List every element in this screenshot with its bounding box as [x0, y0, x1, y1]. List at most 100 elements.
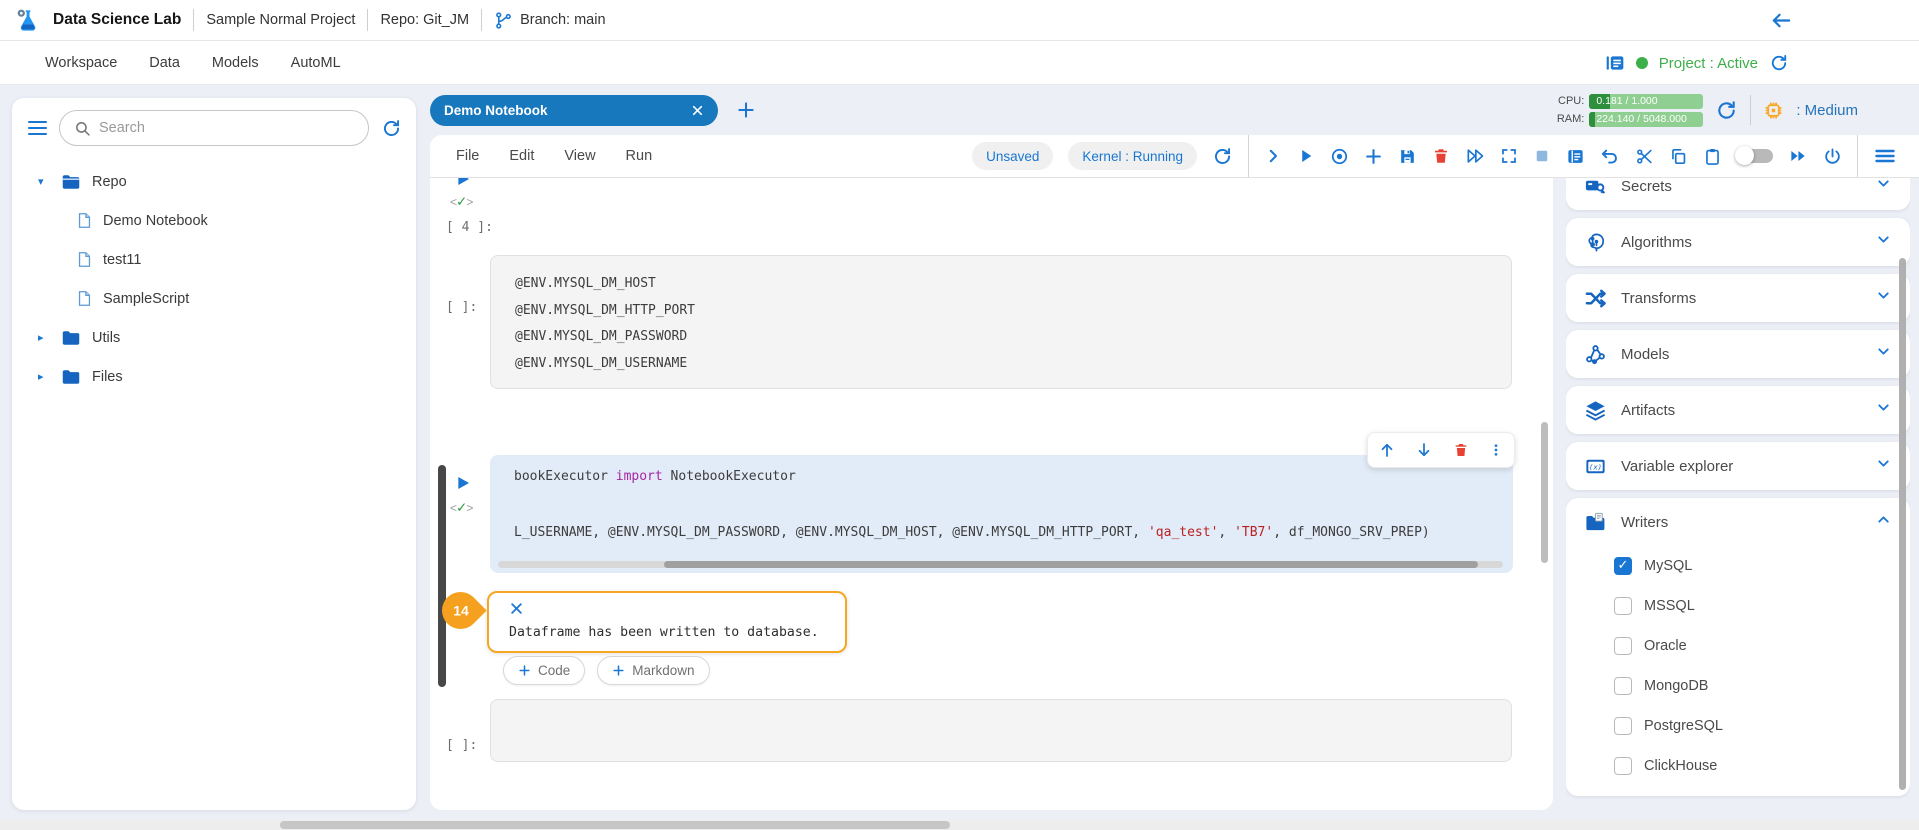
tree-label[interactable]: SampleScript: [103, 291, 189, 307]
tree-folder-utils[interactable]: ▸ Utils: [12, 318, 416, 357]
fullscreen-icon[interactable]: [1500, 147, 1518, 165]
skip-forward-icon[interactable]: [1788, 146, 1808, 166]
chevron-down-icon[interactable]: [1875, 343, 1892, 365]
add-markdown-button[interactable]: Markdown: [597, 656, 709, 685]
nav-tab-workspace[interactable]: Workspace: [45, 55, 117, 71]
project-logs-icon[interactable]: [1605, 53, 1625, 73]
power-shutdown-icon[interactable]: [1823, 147, 1842, 166]
checkbox-unchecked[interactable]: [1614, 717, 1632, 735]
move-cell-up-icon[interactable]: [1378, 441, 1396, 459]
tree-folder-repo[interactable]: ▾ Repo: [12, 162, 416, 201]
search-box[interactable]: [59, 110, 369, 146]
back-arrow-icon[interactable]: [1770, 9, 1793, 37]
popover-close-icon[interactable]: [509, 601, 524, 616]
checkbox-unchecked[interactable]: [1614, 757, 1632, 775]
chevron-down-icon[interactable]: [1875, 178, 1892, 197]
caret-down-icon[interactable]: ▾: [38, 175, 50, 188]
writer-option-postgresql[interactable]: PostgreSQL: [1614, 706, 1892, 746]
menu-view[interactable]: View: [564, 148, 595, 164]
code-cell-writer[interactable]: bookExecutor import NotebookExecutor L_U…: [490, 455, 1513, 573]
cut-scissors-icon[interactable]: [1635, 147, 1654, 166]
move-cell-down-icon[interactable]: [1415, 441, 1433, 459]
caret-right-icon[interactable]: ▸: [38, 370, 50, 383]
undo-icon[interactable]: [1600, 146, 1620, 166]
code-cell-empty[interactable]: [490, 699, 1512, 762]
menu-edit[interactable]: Edit: [509, 148, 534, 164]
chevron-down-icon[interactable]: [1875, 399, 1892, 421]
scrollbar-thumb[interactable]: [664, 561, 1478, 568]
nav-tab-automl[interactable]: AutoML: [291, 55, 341, 71]
panel-secrets: Secrets: [1566, 178, 1910, 210]
kernel-refresh-icon[interactable]: [1212, 146, 1233, 167]
chevron-down-icon[interactable]: [1875, 287, 1892, 309]
copy-icon[interactable]: [1669, 147, 1688, 166]
toolbar-toggle-switch[interactable]: [1737, 149, 1773, 163]
nav-tab-models[interactable]: Models: [212, 55, 259, 71]
page-horizontal-scrollbar[interactable]: [0, 820, 1919, 830]
code-line: bookExecutor import NotebookExecutor: [514, 469, 796, 484]
run-cell-play-icon[interactable]: [455, 178, 471, 187]
new-tab-plus-icon[interactable]: [736, 100, 756, 120]
scrollbar-thumb[interactable]: [280, 821, 950, 829]
writer-option-oracle[interactable]: Oracle: [1614, 626, 1892, 666]
run-cell-chevron-icon[interactable]: [1264, 147, 1282, 165]
play-icon[interactable]: [1297, 147, 1315, 165]
project-refresh-icon[interactable]: [1769, 53, 1789, 73]
checkbox-unchecked[interactable]: [1614, 677, 1632, 695]
sidebar-refresh-icon[interactable]: [381, 118, 402, 139]
run-cell-play-icon[interactable]: [455, 475, 471, 491]
record-target-icon[interactable]: [1330, 147, 1349, 166]
stop-icon[interactable]: [1533, 147, 1551, 165]
tree-file-demo-notebook[interactable]: Demo Notebook: [12, 201, 416, 240]
run-all-icon[interactable]: [1465, 146, 1485, 166]
cell-more-kebab-icon[interactable]: [1488, 442, 1504, 458]
console-log-icon[interactable]: [1566, 147, 1585, 166]
checkbox-checked[interactable]: [1614, 557, 1632, 575]
kernel-status-badge[interactable]: Kernel : Running: [1068, 142, 1197, 170]
selected-cell-indicator-bar: [438, 465, 446, 687]
delete-trash-icon[interactable]: [1432, 147, 1450, 165]
paste-clipboard-icon[interactable]: [1703, 147, 1722, 166]
chevron-down-icon[interactable]: [1875, 455, 1892, 477]
writer-option-mongodb[interactable]: MongoDB: [1614, 666, 1892, 706]
writer-option-mysql[interactable]: MySQL: [1614, 546, 1892, 586]
chevron-down-icon[interactable]: [1875, 231, 1892, 253]
right-panel: Secrets Algorithms Transforms: [1566, 178, 1910, 810]
tree-label[interactable]: Demo Notebook: [103, 213, 208, 229]
add-code-button[interactable]: Code: [503, 656, 585, 685]
tree-label[interactable]: Repo: [92, 174, 127, 190]
tree-file-test11[interactable]: test11: [12, 240, 416, 279]
writer-option-mssql[interactable]: MSSQL: [1614, 586, 1892, 626]
checkbox-unchecked[interactable]: [1614, 637, 1632, 655]
sidebar-menu-icon[interactable]: [28, 121, 47, 136]
code-cell-env-vars[interactable]: @ENV.MYSQL_DM_HOST @ENV.MYSQL_DM_HTTP_PO…: [490, 255, 1512, 389]
right-panel-scrollbar[interactable]: [1899, 258, 1906, 790]
menu-run[interactable]: Run: [626, 148, 653, 164]
code-line: L_USERNAME, @ENV.MYSQL_DM_PASSWORD, @ENV…: [514, 525, 1430, 540]
nav-tab-data[interactable]: Data: [149, 55, 180, 71]
add-cell-plus-icon[interactable]: [1364, 147, 1383, 166]
writer-option-clickhouse[interactable]: ClickHouse: [1614, 746, 1892, 786]
save-icon[interactable]: [1398, 147, 1417, 166]
resources-refresh-icon[interactable]: [1715, 99, 1738, 122]
menu-file[interactable]: File: [456, 148, 479, 164]
tree-label[interactable]: test11: [103, 252, 141, 268]
checkbox-unchecked[interactable]: [1614, 597, 1632, 615]
tab-demo-notebook[interactable]: Demo Notebook: [430, 95, 718, 126]
header-divider: [193, 9, 194, 31]
chevron-up-icon[interactable]: [1875, 511, 1892, 533]
delete-cell-trash-icon[interactable]: [1453, 442, 1469, 458]
tree-file-samplescript[interactable]: SampleScript: [12, 279, 416, 318]
tree-label[interactable]: Files: [92, 369, 123, 385]
project-status-text: Project : Active: [1659, 55, 1758, 72]
cell-horizontal-scrollbar[interactable]: [498, 561, 1503, 568]
file-icon: [76, 251, 93, 268]
toolbar-menu-icon[interactable]: [1873, 144, 1897, 168]
caret-right-icon[interactable]: ▸: [38, 331, 50, 344]
tree-label[interactable]: Utils: [92, 330, 120, 346]
tree-folder-files[interactable]: ▸ Files: [12, 357, 416, 396]
notebook-vertical-scrollbar[interactable]: [1541, 422, 1548, 563]
top-header: Data Science Lab Sample Normal Project R…: [0, 0, 1919, 41]
tab-close-icon[interactable]: [691, 104, 704, 117]
search-input[interactable]: [99, 120, 354, 136]
